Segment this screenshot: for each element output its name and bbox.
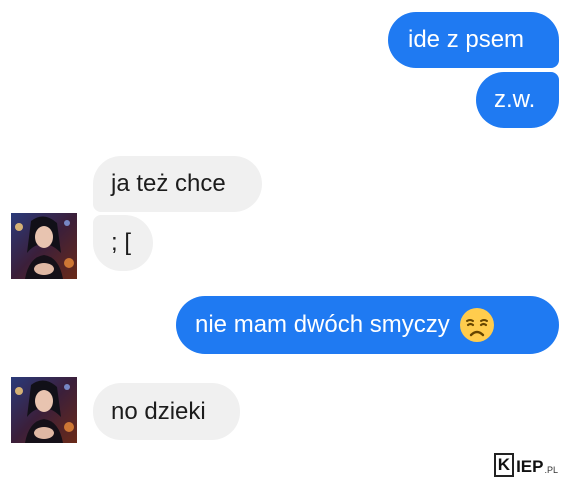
watermark-k: K: [493, 453, 515, 477]
avatar[interactable]: [11, 377, 77, 443]
message-outgoing[interactable]: ide z psem: [388, 12, 559, 68]
message-outgoing[interactable]: z.w.: [476, 72, 559, 128]
message-text: ; [: [111, 229, 132, 256]
kiep-watermark-logo: K IEP .PL: [493, 453, 558, 477]
avatar[interactable]: [11, 213, 77, 279]
message-text: z.w.: [494, 86, 536, 113]
watermark-text: IEP: [516, 457, 544, 476]
message-outgoing[interactable]: nie mam dwóch smyczy: [176, 296, 559, 354]
watermark-tld: .PL: [544, 465, 558, 475]
message-text: ide z psem: [408, 26, 525, 53]
disappointed-face-icon: [458, 306, 496, 344]
message-incoming[interactable]: no dzieki: [93, 383, 240, 440]
message-text: nie mam dwóch smyczy: [195, 311, 450, 338]
message-text: no dzieki: [111, 397, 206, 425]
message-incoming[interactable]: ; [: [93, 215, 153, 271]
message-incoming[interactable]: ja też chce: [93, 156, 262, 212]
avatar-image: [11, 377, 77, 443]
message-text: ja też chce: [111, 170, 226, 197]
avatar-image: [11, 213, 77, 279]
